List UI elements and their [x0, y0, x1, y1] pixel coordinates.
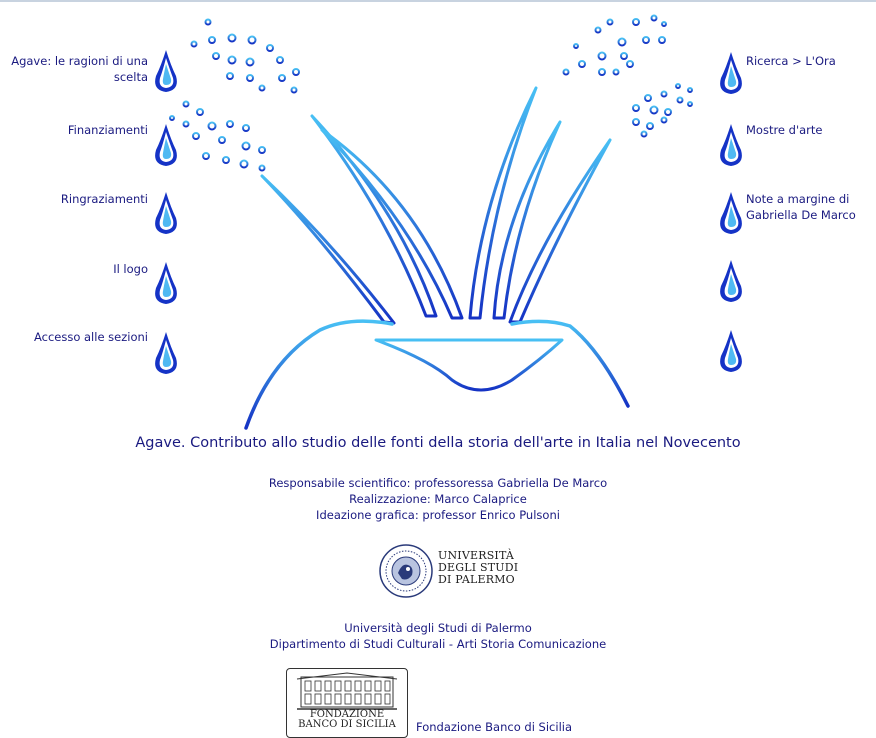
drop-icon[interactable] [718, 190, 744, 236]
foundation-logo[interactable]: FONDAZIONE BANCO DI SICILIA [286, 668, 408, 738]
nav-il-logo[interactable]: Il logo [8, 261, 148, 277]
bowl [374, 338, 564, 392]
drop-icon[interactable] [718, 258, 744, 304]
drop-icon[interactable] [718, 50, 744, 96]
university-seal-logo[interactable] [378, 543, 434, 599]
drop-icon[interactable] [153, 190, 179, 236]
leaf-right-2 [492, 120, 562, 320]
leaf-left-1 [310, 114, 438, 318]
base-left-stroke [244, 319, 394, 430]
foundation-name: Fondazione Banco di Sicilia [416, 720, 573, 734]
leaf-left-outer [260, 174, 396, 325]
university-name: Università degli Studi di Palermo [344, 621, 532, 635]
credit-responsabile: Responsabile scientifico: professoressa … [268, 476, 608, 490]
drop-icon[interactable] [718, 328, 744, 374]
nav-accesso-sezioni[interactable]: Accesso alle sezioni [8, 329, 148, 345]
drop-icon[interactable] [153, 48, 179, 94]
drop-icon[interactable] [153, 260, 179, 306]
nav-finanziamenti[interactable]: Finanziamenti [8, 122, 148, 138]
building-icon [296, 672, 398, 710]
drop-icon[interactable] [718, 122, 744, 168]
drop-icon[interactable] [153, 330, 179, 376]
foundation-logo-text: FONDAZIONE BANCO DI SICILIA [287, 710, 407, 730]
nav-ringraziamenti[interactable]: Ringraziamenti [8, 191, 148, 207]
nav-mostre-arte[interactable]: Mostre d'arte [746, 122, 874, 138]
leaf-right-3 [508, 138, 612, 324]
credit-ideazione: Ideazione grafica: professor Enrico Puls… [316, 508, 560, 522]
spray-left [169, 18, 300, 172]
drop-icon[interactable] [153, 122, 179, 168]
nav-ricerca-ora[interactable]: Ricerca > L'Ora [746, 53, 874, 69]
nav-note-margine[interactable]: Note a margine di Gabriella De Marco [746, 191, 874, 223]
wordmark-line: DI PALERMO [438, 573, 515, 586]
spray-right [562, 14, 693, 138]
base-right-stroke [510, 319, 630, 408]
credits-block: Responsabile scientifico: professoressa … [0, 475, 876, 523]
logo-text-line: BANCO DI SICILIA [298, 719, 396, 730]
nav-agave-ragioni[interactable]: Agave: le ragioni di una scelta [8, 53, 148, 85]
university-info: Università degli Studi di Palermo Dipart… [0, 620, 876, 652]
credit-realizzazione: Realizzazione: Marco Calaprice [349, 492, 527, 506]
page-title: Agave. Contributo allo studio delle font… [135, 435, 741, 451]
university-wordmark[interactable]: UNIVERSITÀ DEGLI STUDI DI PALERMO [438, 550, 518, 586]
department-name: Dipartimento di Studi Culturali - Arti S… [269, 637, 607, 651]
